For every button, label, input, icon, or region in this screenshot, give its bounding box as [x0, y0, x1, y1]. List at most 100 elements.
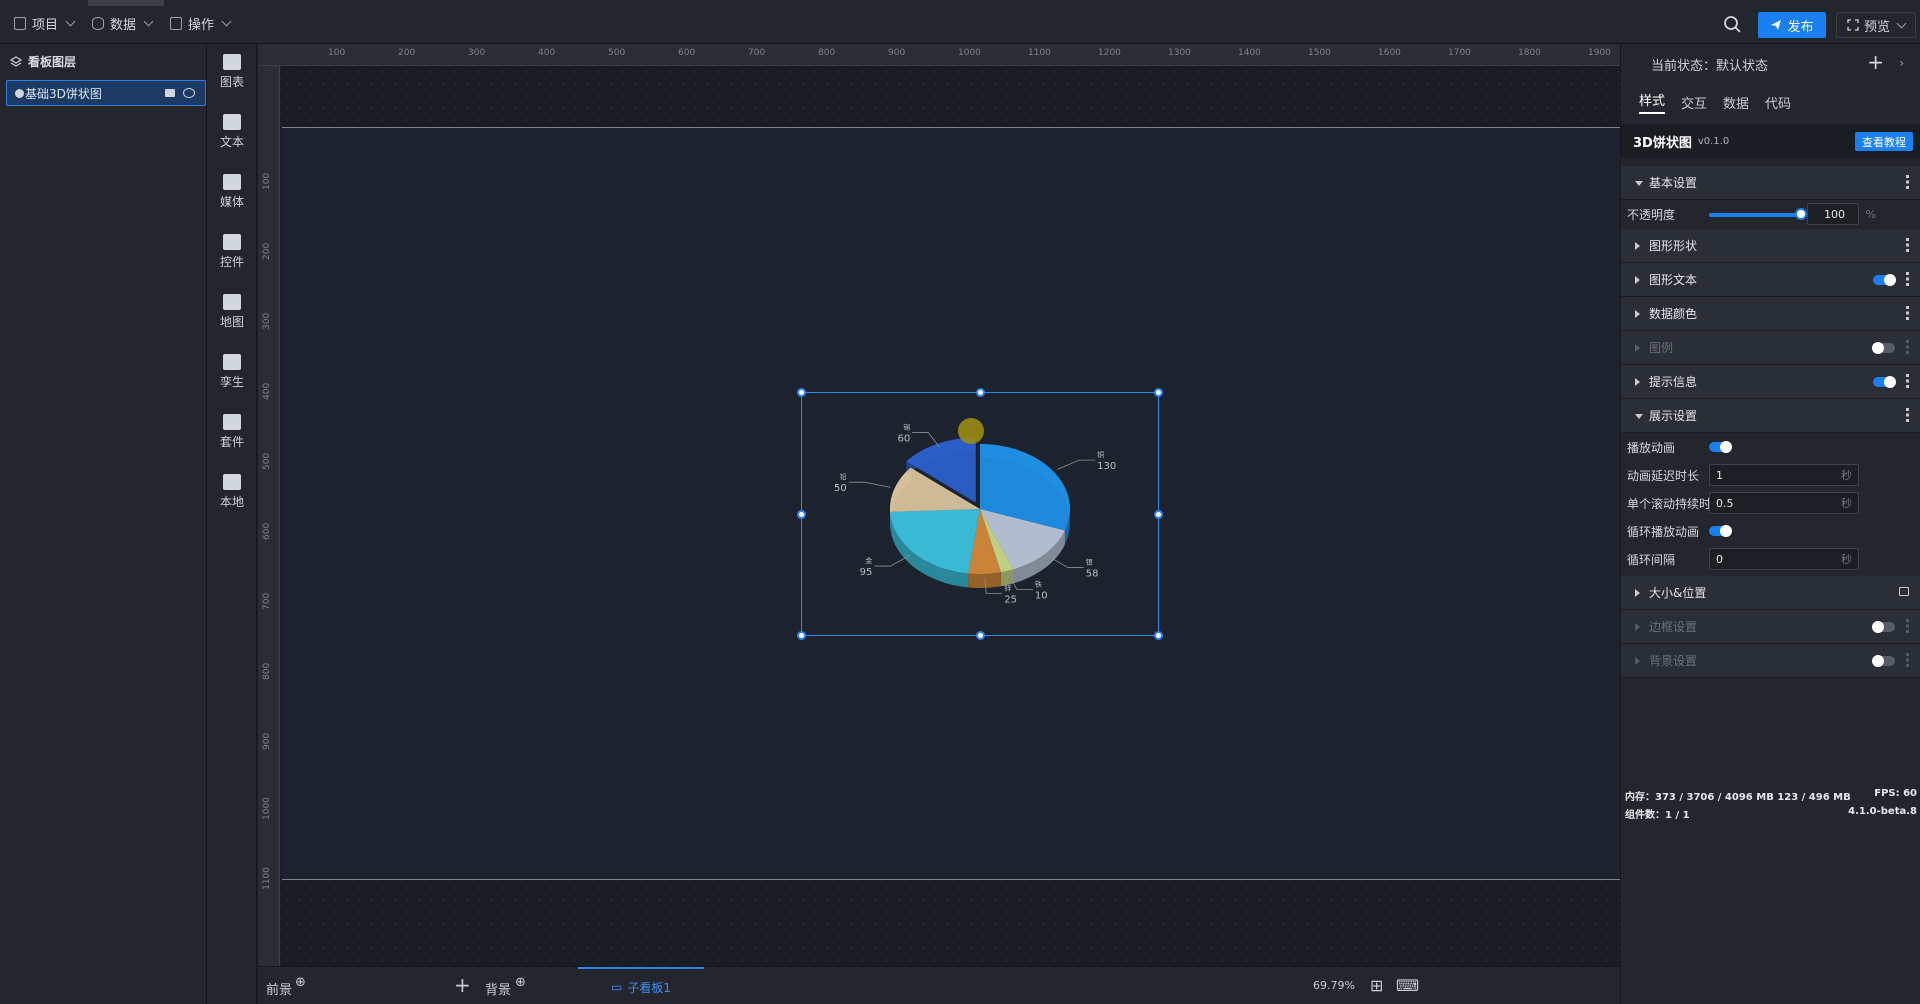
menu-ops[interactable]: 操作 — [170, 12, 232, 34]
resize-handle[interactable] — [1154, 388, 1163, 397]
preview-button[interactable]: 预览 — [1836, 12, 1916, 38]
zoom-level[interactable]: 69.79% — [1313, 979, 1355, 992]
fps-readout: FPS: 60 — [1874, 788, 1917, 799]
cube-icon — [223, 354, 241, 370]
section-legend[interactable]: 图例 — [1621, 331, 1920, 365]
border-toggle[interactable] — [1872, 621, 1895, 633]
section-shape[interactable]: 图形形状 — [1621, 229, 1920, 263]
section-basic[interactable]: 基本设置 — [1621, 166, 1920, 200]
lock-icon[interactable] — [1899, 587, 1909, 596]
play-anim-row: 播放动画 — [1621, 433, 1920, 461]
layer-item-3d-pie[interactable]: 基础3D饼状图 — [6, 80, 206, 106]
state-value[interactable]: 默认状态 — [1716, 59, 1768, 74]
state-row: 当前状态：默认状态 — [1651, 55, 1768, 74]
scroll-input[interactable]: 0.5 秒 — [1709, 492, 1859, 514]
resize-handle[interactable] — [797, 510, 806, 519]
tutorial-button[interactable]: 查看教程 — [1855, 132, 1913, 151]
add-board-icon[interactable]: + — [454, 973, 471, 997]
component-toolbar: 图表 文本 媒体 控件 地图 孪生 套件 本地 — [207, 44, 257, 1004]
more-icon[interactable] — [1906, 374, 1909, 388]
section-background-label: 背景设置 — [1649, 654, 1698, 668]
monitor-icon: ▭ — [611, 980, 623, 994]
delay-input[interactable]: 1 秒 — [1709, 464, 1859, 486]
layers-title-label: 看板图层 — [28, 55, 77, 69]
scroll-value: 0.5 — [1716, 496, 1734, 510]
loop-toggle[interactable] — [1709, 525, 1732, 537]
section-display[interactable]: 展示设置 — [1621, 399, 1920, 433]
tool-control[interactable]: 控件 — [207, 234, 257, 286]
resize-handle[interactable] — [797, 631, 806, 640]
resize-handle[interactable] — [976, 388, 985, 397]
more-icon[interactable] — [1906, 238, 1909, 252]
tool-kit[interactable]: 套件 — [207, 414, 257, 466]
opacity-input[interactable]: 100 % — [1807, 203, 1876, 225]
more-icon[interactable] — [1906, 408, 1909, 422]
tab-data[interactable]: 数据 — [1723, 93, 1749, 112]
tool-chart[interactable]: 图表 — [207, 54, 257, 106]
caret-right-icon — [1635, 589, 1640, 597]
add-back-icon[interactable]: ⊕ — [515, 975, 526, 990]
tool-map[interactable]: 地图 — [207, 294, 257, 346]
component-count: 组件数：1 / 1 — [1625, 810, 1690, 821]
eye-icon[interactable] — [183, 88, 195, 98]
more-icon[interactable] — [1906, 175, 1909, 189]
ruler-tick: 500 — [262, 452, 272, 470]
resize-handle[interactable] — [797, 388, 806, 397]
resize-handle[interactable] — [1154, 510, 1163, 519]
caret-right-icon — [1635, 276, 1640, 284]
section-background[interactable]: 背景设置 — [1621, 644, 1920, 678]
fullscreen-icon — [1847, 19, 1859, 31]
ruler-tick: 1000 — [262, 797, 272, 820]
section-border[interactable]: 边框设置 — [1621, 610, 1920, 644]
play-anim-toggle[interactable] — [1709, 441, 1732, 453]
tab-code[interactable]: 代码 — [1765, 93, 1791, 112]
tooltip-toggle[interactable] — [1873, 376, 1896, 388]
background-toggle[interactable] — [1872, 655, 1895, 667]
loop-row: 循环播放动画 — [1621, 517, 1920, 545]
ruler-tick: 600 — [262, 522, 272, 540]
section-display-label: 展示设置 — [1649, 409, 1698, 423]
opacity-slider[interactable] — [1709, 213, 1801, 217]
tool-twin[interactable]: 孪生 — [207, 354, 257, 406]
fit-screen-icon[interactable]: ⊞ — [1370, 976, 1383, 995]
puzzle-icon — [223, 474, 241, 490]
section-data-color[interactable]: 数据颜色 — [1621, 297, 1920, 331]
shape-text-toggle[interactable] — [1873, 274, 1896, 286]
keyboard-icon[interactable]: ⌨ — [1396, 976, 1419, 995]
section-tooltip[interactable]: 提示信息 — [1621, 365, 1920, 399]
legend-toggle[interactable] — [1872, 342, 1895, 354]
tab-style[interactable]: 样式 — [1639, 90, 1666, 114]
add-front-icon[interactable]: ⊕ — [295, 975, 306, 990]
opacity-slider-handle[interactable] — [1795, 208, 1807, 220]
tool-media[interactable]: 媒体 — [207, 174, 257, 226]
interval-input[interactable]: 0 秒 — [1709, 548, 1859, 570]
more-icon[interactable] — [1906, 306, 1909, 320]
more-icon[interactable] — [1906, 272, 1909, 286]
unlock-icon[interactable] — [165, 89, 175, 97]
menu-project[interactable]: 项目 — [14, 12, 76, 34]
ruler-tick: 1100 — [262, 867, 272, 890]
tool-text[interactable]: 文本 — [207, 114, 257, 166]
resize-handle[interactable] — [1154, 631, 1163, 640]
tab-interaction[interactable]: 交互 — [1681, 93, 1707, 112]
ruler-tick: 1300 — [1168, 48, 1191, 58]
tab-sub-board[interactable]: ▭ 子看板1 — [578, 967, 704, 1004]
more-icon[interactable] — [1906, 619, 1909, 633]
publish-button[interactable]: 发布 — [1758, 12, 1826, 38]
search-icon[interactable] — [1722, 14, 1744, 36]
resize-handle[interactable] — [976, 631, 985, 640]
chevron-right-icon[interactable]: › — [1899, 56, 1904, 70]
caret-right-icon — [1635, 378, 1640, 386]
tab-front[interactable]: 前景 — [266, 979, 292, 998]
tool-local[interactable]: 本地 — [207, 474, 257, 526]
more-icon[interactable] — [1906, 653, 1909, 667]
tab-back[interactable]: 背景 — [485, 979, 511, 998]
ruler-tick: 1800 — [1518, 48, 1541, 58]
section-shape-text[interactable]: 图形文本 — [1621, 263, 1920, 297]
menu-data[interactable]: 数据 — [92, 12, 154, 34]
ruler-horizontal: 100 200 300 400 500 600 700 800 900 1000 1100 1200 1… — [258, 44, 1620, 66]
bottom-bar: 前景 ⊕ ▭ 子看板1 + 背景 ⊕ 69.79% ⊞ ⌨ — [258, 966, 1620, 1004]
add-state-icon[interactable]: + — [1867, 50, 1884, 74]
section-size-pos[interactable]: 大小&位置 — [1621, 576, 1920, 610]
more-icon[interactable] — [1906, 340, 1909, 354]
